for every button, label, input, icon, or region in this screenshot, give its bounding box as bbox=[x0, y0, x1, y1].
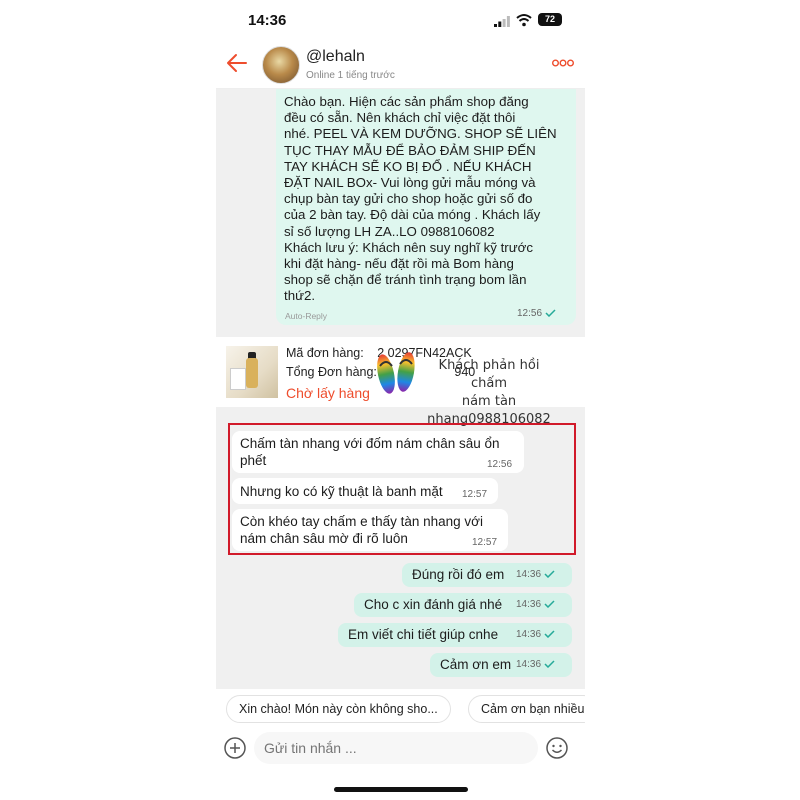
online-status: Online 1 tiếng trước bbox=[306, 70, 395, 81]
chat-header: @lehaln Online 1 tiếng trước bbox=[216, 40, 585, 89]
quick-reply-chip[interactable]: Cảm ơn bạn nhiều bbox=[468, 695, 585, 723]
more-dots-icon[interactable] bbox=[552, 58, 574, 68]
outgoing-message[interactable]: Em viết chi tiết giúp cnhe 14:36 bbox=[338, 623, 572, 647]
product-thumbnail bbox=[226, 346, 278, 398]
message-list[interactable]: Chào bạn. Hiện các sản phẩm shop đăng đều… bbox=[216, 89, 585, 689]
auto-reply-text: Chào bạn. Hiện các sản phẩm shop đăng đều… bbox=[284, 94, 557, 304]
battery-icon: 72 bbox=[538, 13, 562, 26]
chat-username[interactable]: @lehaln bbox=[306, 48, 365, 66]
outgoing-message[interactable]: Cho c xin đánh giá nhé 14:36 bbox=[354, 593, 572, 617]
flip-flop-sticker-icon bbox=[377, 352, 415, 394]
incoming-message[interactable]: Còn khéo tay chấm e thấy tàn nhang với n… bbox=[232, 509, 508, 551]
message-input[interactable] bbox=[254, 732, 538, 764]
message-time: 12:56 bbox=[487, 459, 513, 470]
sent-check-icon bbox=[544, 660, 555, 669]
message-time: 12:57 bbox=[462, 489, 488, 500]
status-bar: 14:36 72 bbox=[216, 0, 585, 40]
message-time: 12:57 bbox=[472, 537, 498, 548]
sent-check-icon bbox=[545, 309, 556, 318]
quick-replies: Xin chào! Món này còn không sho... Cảm ơ… bbox=[216, 689, 585, 729]
message-time: 12:56 bbox=[517, 308, 556, 319]
wifi-icon bbox=[516, 14, 532, 27]
home-indicator bbox=[334, 787, 468, 792]
chat-screen: 14:36 72 @lehaln Online 1 tiếng trước Ch… bbox=[216, 0, 585, 800]
auto-reply-label: Auto-Reply bbox=[285, 311, 328, 321]
sent-check-icon bbox=[544, 600, 555, 609]
emoji-icon[interactable] bbox=[546, 737, 568, 759]
avatar[interactable] bbox=[262, 46, 300, 84]
sent-check-icon bbox=[544, 570, 555, 579]
message-composer bbox=[216, 729, 585, 800]
order-status: Chờ lấy hàng bbox=[286, 385, 370, 401]
outgoing-message[interactable]: Đúng rồi đó em 14:36 bbox=[402, 563, 572, 587]
incoming-message[interactable]: Nhưng ko có kỹ thuật là banh mặt 12:57 bbox=[232, 478, 498, 504]
status-time: 14:36 bbox=[248, 12, 287, 29]
auto-reply-bubble: Chào bạn. Hiện các sản phẩm shop đăng đều… bbox=[276, 89, 576, 325]
outgoing-message[interactable]: Cảm ơn em 14:36 bbox=[430, 653, 572, 677]
incoming-message[interactable]: Chấm tàn nhang với đốm nám chân sâu ổn p… bbox=[232, 431, 524, 473]
cellular-signal-icon bbox=[494, 16, 510, 27]
sent-check-icon bbox=[544, 630, 555, 639]
overlay-note: Khách phản hồi chấm nám tàn nhang098810608… bbox=[427, 358, 551, 427]
quick-reply-chip[interactable]: Xin chào! Món này còn không sho... bbox=[226, 695, 451, 723]
plus-circle-icon[interactable] bbox=[224, 737, 246, 759]
back-arrow-icon[interactable] bbox=[226, 52, 248, 74]
